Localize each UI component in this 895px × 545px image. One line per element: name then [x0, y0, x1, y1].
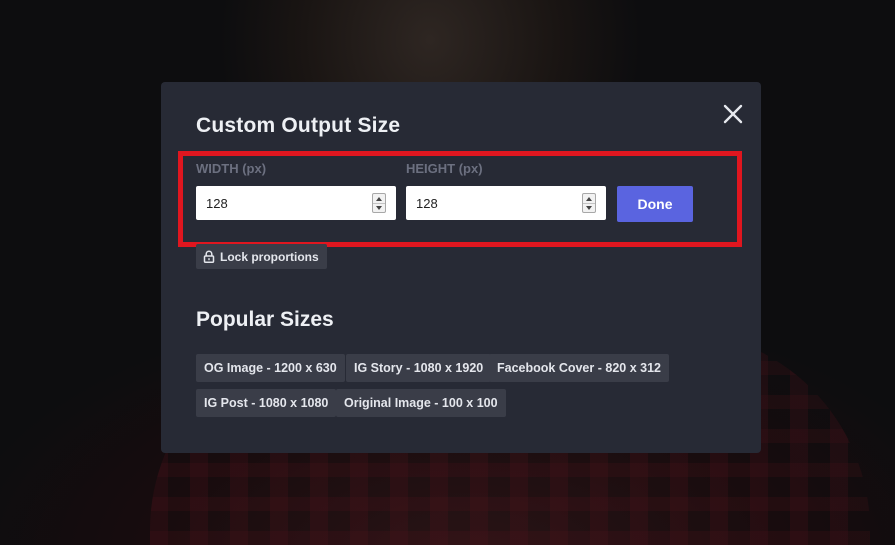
popular-sizes-title: Popular Sizes — [196, 308, 334, 331]
chevron-up-icon — [376, 196, 382, 201]
height-stepper[interactable] — [582, 193, 596, 213]
lock-proportions-label: Lock proportions — [220, 249, 319, 264]
height-decrement-button[interactable] — [583, 203, 595, 212]
preset-original-image[interactable]: Original Image - 100 x 100 — [336, 389, 506, 417]
height-input[interactable] — [406, 186, 576, 220]
height-label: HEIGHT (px) — [406, 161, 483, 176]
custom-output-size-dialog: Custom Output Size WIDTH (px) HEIGHT (px… — [161, 82, 761, 453]
lock-icon — [203, 250, 215, 263]
preset-facebook-cover[interactable]: Facebook Cover - 820 x 312 — [489, 354, 669, 382]
close-icon — [723, 104, 743, 124]
chevron-down-icon — [376, 205, 382, 210]
width-stepper[interactable] — [372, 193, 386, 213]
chevron-down-icon — [586, 205, 592, 210]
chevron-up-icon — [586, 196, 592, 201]
width-label: WIDTH (px) — [196, 161, 267, 176]
done-button[interactable]: Done — [617, 186, 693, 222]
height-field — [406, 186, 606, 220]
close-button[interactable] — [721, 102, 745, 126]
width-input[interactable] — [196, 186, 366, 220]
width-field — [196, 186, 396, 220]
preset-ig-story[interactable]: IG Story - 1080 x 1920 — [346, 354, 492, 382]
width-decrement-button[interactable] — [373, 203, 385, 212]
preset-og-image[interactable]: OG Image - 1200 x 630 — [196, 354, 345, 382]
lock-proportions-button[interactable]: Lock proportions — [196, 244, 327, 269]
dialog-title: Custom Output Size — [196, 114, 401, 137]
preset-ig-post[interactable]: IG Post - 1080 x 1080 — [196, 389, 337, 417]
